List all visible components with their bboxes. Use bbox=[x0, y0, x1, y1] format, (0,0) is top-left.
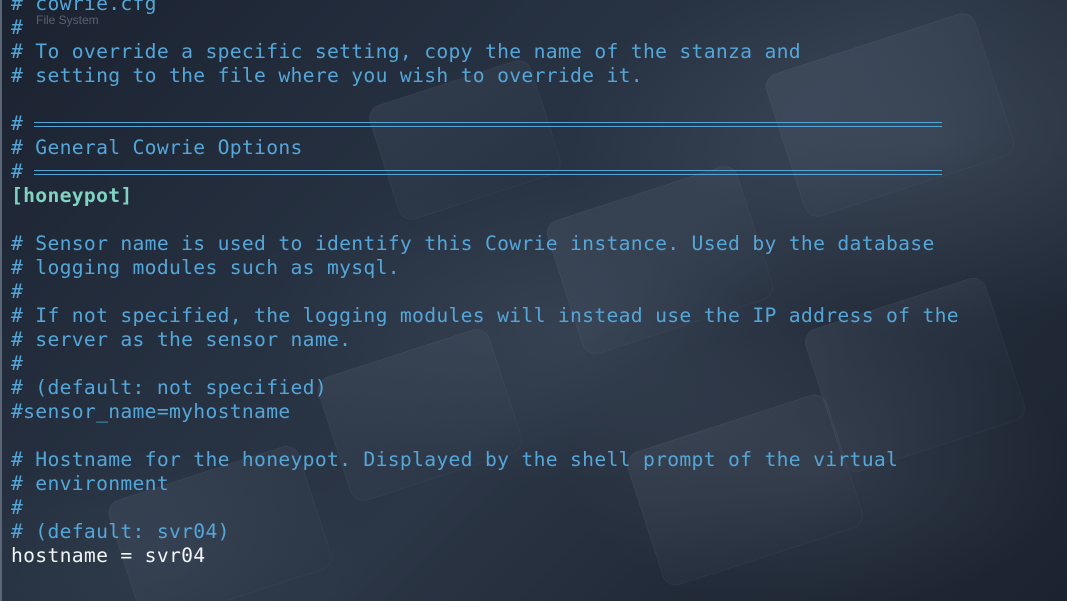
editor-line[interactable] bbox=[11, 88, 959, 112]
comment-text: # Sensor name is used to identify this C… bbox=[11, 232, 935, 255]
editor-line[interactable] bbox=[11, 424, 959, 448]
editor-line[interactable]: # General Cowrie Options bbox=[11, 136, 959, 160]
comment-text: # bbox=[11, 16, 24, 39]
editor-line[interactable]: # logging modules such as mysql. bbox=[11, 256, 959, 280]
editor-line[interactable]: # To override a specific setting, copy t… bbox=[11, 40, 959, 64]
editor-line[interactable]: # setting to the file where you wish to … bbox=[11, 64, 959, 88]
editor-line[interactable]: # Hostname for the honeypot. Displayed b… bbox=[11, 448, 959, 472]
comment-text: # environment bbox=[11, 472, 169, 495]
comment-text: # bbox=[11, 496, 24, 519]
editor-line[interactable]: # bbox=[11, 16, 959, 40]
config-setting: hostname = svr04 bbox=[11, 544, 206, 567]
comment-text: # If not specified, the logging modules … bbox=[11, 304, 959, 327]
comment-text: #sensor_name=myhostname bbox=[11, 400, 291, 423]
terminal-window[interactable]: File System # cowrie.cfg # # To override a… bbox=[0, 0, 1067, 601]
section-divider-rule bbox=[34, 122, 943, 127]
comment-text: # server as the sensor name. bbox=[11, 328, 352, 351]
editor-line[interactable]: # cowrie.cfg bbox=[11, 0, 959, 16]
comment-text: # Hostname for the honeypot. Displayed b… bbox=[11, 448, 899, 471]
editor-line[interactable]: #sensor_name=myhostname bbox=[11, 400, 959, 424]
editor-line[interactable]: # bbox=[11, 160, 959, 184]
comment-text: # logging modules such as mysql. bbox=[11, 256, 400, 279]
comment-text: # cowrie.cfg bbox=[11, 0, 157, 15]
editor-line[interactable]: # bbox=[11, 496, 959, 520]
comment-text: # setting to the file where you wish to … bbox=[11, 64, 643, 87]
config-file-text[interactable]: # cowrie.cfg # # To override a specific se… bbox=[11, 0, 959, 568]
editor-line[interactable]: # Sensor name is used to identify this C… bbox=[11, 232, 959, 256]
comment-text: # bbox=[11, 280, 24, 303]
comment-text: # (default: not specified) bbox=[11, 376, 327, 399]
editor-line[interactable]: # bbox=[11, 352, 959, 376]
comment-text: # bbox=[11, 352, 24, 375]
editor-line[interactable] bbox=[11, 208, 959, 232]
editor-line[interactable]: # bbox=[11, 112, 959, 136]
editor-line[interactable]: # server as the sensor name. bbox=[11, 328, 959, 352]
editor-line[interactable]: # If not specified, the logging modules … bbox=[11, 304, 959, 328]
comment-text: # General Cowrie Options bbox=[11, 136, 303, 159]
comment-text: # To override a specific setting, copy t… bbox=[11, 40, 801, 63]
comment-marker: # bbox=[11, 112, 24, 135]
editor-line[interactable]: [honeypot] bbox=[11, 184, 959, 208]
comment-text: # (default: svr04) bbox=[11, 520, 230, 543]
editor-line[interactable]: hostname = svr04 bbox=[11, 544, 959, 568]
editor-line[interactable]: # environment bbox=[11, 472, 959, 496]
section-divider-rule bbox=[34, 170, 943, 175]
editor-line[interactable]: # (default: not specified) bbox=[11, 376, 959, 400]
window-left-border bbox=[0, 0, 2, 601]
editor-line[interactable]: # bbox=[11, 280, 959, 304]
editor-line[interactable]: # (default: svr04) bbox=[11, 520, 959, 544]
section-header: [honeypot] bbox=[11, 184, 133, 207]
comment-marker: # bbox=[11, 160, 24, 183]
